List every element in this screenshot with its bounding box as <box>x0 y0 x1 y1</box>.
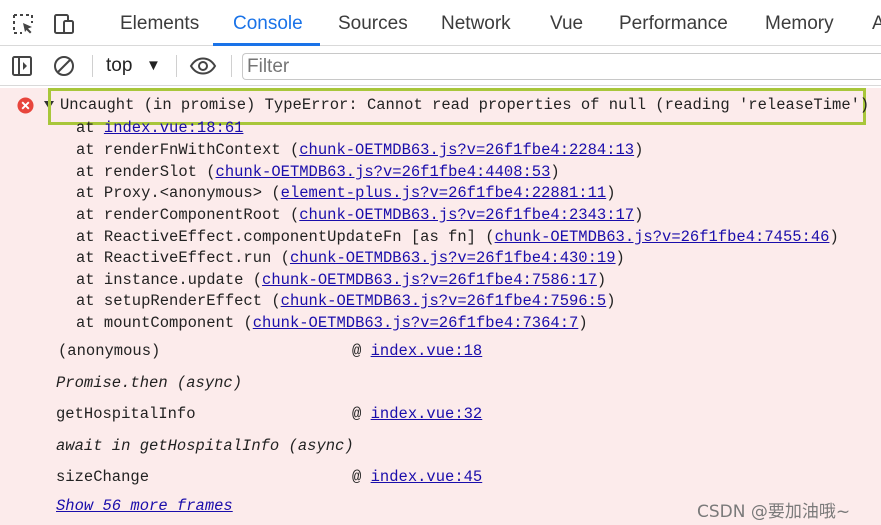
caret-down-icon[interactable]: ▼ <box>146 46 161 86</box>
error-icon <box>17 97 34 114</box>
async-frame-name: getHospitalInfo <box>56 405 196 423</box>
async-frame-name: sizeChange <box>56 468 150 486</box>
source-link[interactable]: chunk-OETMDB63.js?v=26f1fbe4:2343:17 <box>299 206 634 224</box>
context-selector[interactable]: top <box>106 46 132 86</box>
source-link[interactable]: element-plus.js?v=26f1fbe4:22881:11 <box>281 184 607 202</box>
stack-line: at mountComponent (chunk-OETMDB63.js?v=2… <box>76 314 588 332</box>
async-boundary-label: Promise.then (async) <box>56 374 243 392</box>
source-link[interactable]: chunk-OETMDB63.js?v=26f1fbe4:7455:46 <box>495 228 830 246</box>
tab-console[interactable]: Console <box>233 0 303 46</box>
filter-input[interactable] <box>242 53 881 80</box>
source-link[interactable]: index.vue:18:61 <box>104 119 244 137</box>
error-headline: Uncaught (in promise) TypeError: Cannot … <box>60 96 870 114</box>
console-toolbar: top ▼ <box>0 46 881 86</box>
source-link[interactable]: index.vue:45 <box>371 468 483 486</box>
stack-line: at renderComponentRoot (chunk-OETMDB63.j… <box>76 206 644 224</box>
stack-line: at instance.update (chunk-OETMDB63.js?v=… <box>76 271 607 289</box>
source-link[interactable]: chunk-OETMDB63.js?v=26f1fbe4:7586:17 <box>262 271 597 289</box>
clear-console-icon[interactable] <box>52 54 76 78</box>
stack-line: at ReactiveEffect.run (chunk-OETMDB63.js… <box>76 249 625 267</box>
toolbar-divider <box>176 55 177 77</box>
toolbar-divider <box>92 55 93 77</box>
show-sidebar-icon[interactable] <box>10 54 34 78</box>
stack-line: at renderFnWithContext (chunk-OETMDB63.j… <box>76 141 644 159</box>
device-toolbar-icon[interactable] <box>52 12 76 36</box>
tab-network[interactable]: Network <box>441 0 511 46</box>
source-link[interactable]: index.vue:18 <box>371 342 483 360</box>
source-link[interactable]: index.vue:32 <box>371 405 483 423</box>
source-link[interactable]: chunk-OETMDB63.js?v=26f1fbe4:2284:13 <box>299 141 634 159</box>
tab-vue[interactable]: Vue <box>550 0 583 46</box>
async-frame-name: (anonymous) <box>58 342 161 360</box>
show-more-frames-link[interactable]: Show 56 more frames <box>56 497 233 515</box>
source-link[interactable]: chunk-OETMDB63.js?v=26f1fbe4:7596:5 <box>281 292 607 310</box>
devtools-tabbar: Elements Console Sources Network Vue Per… <box>0 0 881 46</box>
source-link[interactable]: chunk-OETMDB63.js?v=26f1fbe4:4408:53 <box>216 163 551 181</box>
async-boundary-label: await in getHospitalInfo (async) <box>56 437 354 455</box>
async-frame-location: @ index.vue:45 <box>352 468 483 486</box>
stack-line: at Proxy.<anonymous> (element-plus.js?v=… <box>76 184 616 202</box>
inspect-element-icon[interactable] <box>11 12 35 36</box>
live-expression-eye-icon[interactable] <box>189 54 217 78</box>
tab-memory[interactable]: Memory <box>765 0 834 46</box>
watermark: CSDN @要加油哦~ <box>697 502 851 522</box>
stack-line: at index.vue:18:61 <box>76 119 244 137</box>
tab-performance[interactable]: Performance <box>619 0 728 46</box>
tab-application-truncated[interactable]: A <box>872 0 881 46</box>
stack-line: at ReactiveEffect.componentUpdateFn [as … <box>76 228 839 246</box>
toolbar-divider <box>231 55 232 77</box>
tab-sources[interactable]: Sources <box>338 0 408 46</box>
async-frame-location: @ index.vue:18 <box>352 342 483 360</box>
stack-line: at renderSlot (chunk-OETMDB63.js?v=26f1f… <box>76 163 560 181</box>
stack-line: at setupRenderEffect (chunk-OETMDB63.js?… <box>76 292 616 310</box>
source-link[interactable]: chunk-OETMDB63.js?v=26f1fbe4:7364:7 <box>253 314 579 332</box>
async-frame-location: @ index.vue:32 <box>352 405 483 423</box>
source-link[interactable]: chunk-OETMDB63.js?v=26f1fbe4:430:19 <box>290 249 616 267</box>
tab-elements[interactable]: Elements <box>120 0 199 46</box>
